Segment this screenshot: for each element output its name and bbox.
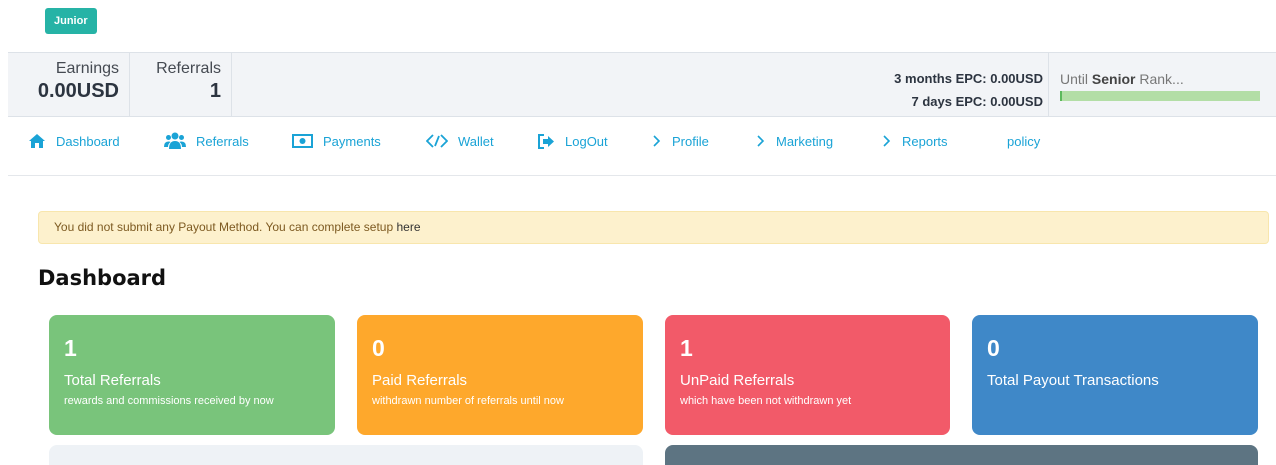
nav-wallet[interactable]: Wallet — [426, 132, 494, 150]
nav-logout[interactable]: LogOut — [538, 132, 608, 150]
unpaid-referrals-card: 1 UnPaid Referrals which have been not w… — [665, 315, 950, 435]
page-title: Dashboard — [38, 266, 167, 290]
card-title: UnPaid Referrals — [680, 372, 795, 389]
left-panel — [49, 445, 643, 465]
referrals-label: Referrals — [156, 60, 221, 77]
money-icon — [292, 134, 313, 148]
earnings-value: 0.00USD — [37, 80, 119, 102]
total-referrals-card: 1 Total Referrals rewards and commission… — [49, 315, 335, 435]
card-title: Total Payout Transactions — [987, 372, 1159, 389]
referrals-value: 1 — [209, 80, 221, 102]
card-value: 0 — [372, 335, 385, 361]
card-title: Paid Referrals — [372, 372, 468, 389]
home-icon — [29, 134, 45, 148]
card-value: 0 — [987, 335, 1000, 361]
rank-progress: Until Senior Rank... — [1048, 53, 1276, 116]
card-subtitle: rewards and commissions received by now — [64, 395, 274, 407]
referrals-stat: Referrals 1 — [130, 53, 232, 116]
chevron-right-icon — [883, 135, 891, 147]
card-value: 1 — [680, 335, 693, 361]
alert-text: You did not submit any Payout Method. Yo… — [54, 220, 397, 234]
wallet-icon — [426, 134, 448, 148]
nav-profile[interactable]: Profile — [652, 132, 709, 150]
nav-marketing[interactable]: Marketing — [756, 132, 833, 150]
nav-referrals[interactable]: Referrals — [164, 132, 249, 150]
rank-progress-text: Until Senior Rank... — [1060, 71, 1184, 87]
card-subtitle: withdrawn number of referrals until now — [372, 395, 564, 407]
right-panel — [665, 445, 1258, 465]
main-nav: Dashboard Referrals Payments Wallet LogO… — [8, 118, 1276, 176]
nav-policy[interactable]: policy — [1007, 132, 1040, 150]
users-icon — [164, 132, 186, 149]
chevron-right-icon — [653, 135, 661, 147]
stats-bar: Earnings 0.00USD Referrals 1 3 months EP… — [8, 52, 1276, 117]
next-rank-name: Senior — [1091, 71, 1136, 87]
epc-summary: 3 months EPC: 0.00USD 7 days EPC: 0.00US… — [894, 67, 1043, 113]
epc-seven-days: 7 days EPC: 0.00USD — [911, 94, 1043, 109]
earnings-stat: Earnings 0.00USD — [8, 53, 130, 116]
card-title: Total Referrals — [64, 372, 161, 389]
nav-dashboard[interactable]: Dashboard — [28, 132, 120, 150]
setup-link[interactable]: here — [396, 220, 420, 234]
nav-reports[interactable]: Reports — [882, 132, 948, 150]
card-value: 1 — [64, 335, 77, 361]
rank-progress-bar — [1060, 91, 1260, 101]
rank-badge: Junior — [45, 8, 97, 34]
earnings-label: Earnings — [55, 60, 119, 77]
paid-referrals-card: 0 Paid Referrals withdrawn number of ref… — [357, 315, 643, 435]
nav-payments[interactable]: Payments — [292, 132, 381, 150]
total-payout-transactions-card: 0 Total Payout Transactions — [972, 315, 1258, 435]
logout-icon — [538, 133, 554, 149]
payout-method-alert: You did not submit any Payout Method. Yo… — [38, 211, 1269, 244]
chevron-right-icon — [757, 135, 765, 147]
epc-three-months: 3 months EPC: 0.00USD — [894, 71, 1043, 86]
card-subtitle: which have been not withdrawn yet — [680, 395, 852, 407]
